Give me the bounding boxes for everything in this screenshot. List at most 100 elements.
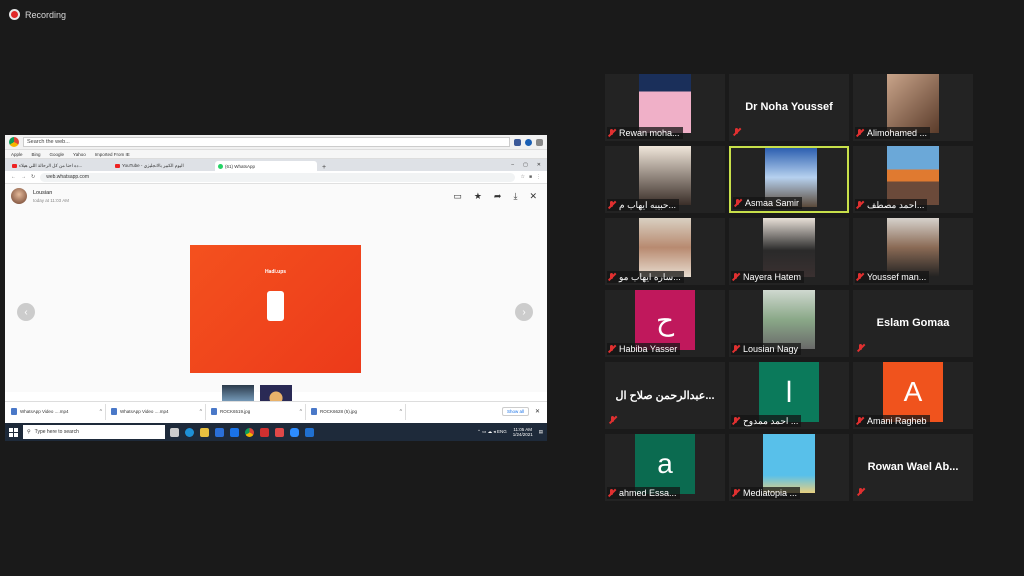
show-all-button[interactable]: Show all xyxy=(501,407,529,416)
participant-tile[interactable]: Asmaa Samir xyxy=(729,146,849,213)
chevron-up-icon[interactable]: ^ xyxy=(100,409,102,415)
download-item[interactable]: ROCK6519.jpg ^ xyxy=(208,403,306,420)
bookmark-item[interactable]: Bing xyxy=(32,152,41,157)
back-icon[interactable]: ← xyxy=(11,174,16,180)
close-window-button[interactable]: ✕ xyxy=(537,162,541,168)
participant-tile[interactable]: ح Habiba Yasser xyxy=(605,290,725,357)
task-view-icon[interactable] xyxy=(170,427,179,437)
forward-icon[interactable]: → xyxy=(21,174,26,180)
star-icon[interactable]: ★ xyxy=(474,191,482,202)
participant-tile[interactable]: Dr Noha Youssef xyxy=(729,74,849,141)
participant-video xyxy=(639,146,691,205)
participant-tile[interactable]: ا احمد ممدوح ... xyxy=(729,362,849,429)
participant-tile[interactable]: Lousian Nagy xyxy=(729,290,849,357)
tab-label: (61) WhatsApp xyxy=(225,163,256,169)
tab-whatsapp[interactable]: (61) WhatsApp xyxy=(215,161,317,171)
ie-search-box[interactable]: Search the web... xyxy=(23,137,510,147)
participant-name: احمد ممدوح ... xyxy=(743,415,799,426)
participant-name-tag: Mediatopia ... xyxy=(731,487,801,499)
bookmark-item[interactable]: Imported From IE xyxy=(95,152,130,157)
profile-icon[interactable] xyxy=(525,138,532,146)
participant-avatar: A xyxy=(883,362,943,422)
participant-tile[interactable]: ساره ايهاب مو... xyxy=(605,218,725,285)
bookmark-item[interactable]: Apple xyxy=(11,152,23,157)
taskbar-search[interactable]: ⚲ Type here to search xyxy=(23,425,165,439)
download-label: WhatsApp Video ....mp4 xyxy=(120,409,169,414)
participant-name: Mediatopia ... xyxy=(743,488,798,498)
close-icon[interactable]: ✕ xyxy=(531,408,544,415)
tab-youtube-2[interactable]: YouTube - اليوم الكبير بالانجليزي xyxy=(112,161,214,171)
app-icon[interactable] xyxy=(305,427,314,437)
star-icon[interactable]: ☆ xyxy=(520,174,524,180)
forward-icon[interactable]: ➦ xyxy=(494,191,502,202)
settings-icon[interactable] xyxy=(536,138,543,146)
store-icon[interactable] xyxy=(215,427,224,437)
participant-tile[interactable]: احمد مصطف... xyxy=(853,146,973,213)
participant-video xyxy=(887,218,939,277)
participant-tile[interactable]: Eslam Gomaa xyxy=(853,290,973,357)
download-icon[interactable]: ⤓ xyxy=(513,191,517,202)
edge-icon[interactable] xyxy=(185,427,194,437)
download-item[interactable]: WhatsApp Video ....mp4 ^ xyxy=(8,403,106,420)
participant-name-tag: احمد ممدوح ... xyxy=(731,415,802,427)
participant-tile[interactable]: Youssef man... xyxy=(853,218,973,285)
browser-logo-icon xyxy=(9,137,19,147)
viewer-tools: ▭ ★ ➦ ⤓ ✕ xyxy=(453,191,541,202)
minimize-button[interactable]: – xyxy=(511,162,514,168)
chevron-up-icon[interactable]: ^ xyxy=(300,409,302,415)
participant-tile[interactable]: Rewan moha... xyxy=(605,74,725,141)
windows-start-icon[interactable] xyxy=(9,427,18,437)
participant-name: Amani Ragheb xyxy=(867,416,927,426)
participant-tile[interactable]: Rowan Wael Ab... xyxy=(853,434,973,501)
url-input[interactable]: web.whatsapp.com xyxy=(40,172,516,182)
participant-tile[interactable]: Nayera Hatem xyxy=(729,218,849,285)
muted-mic-icon xyxy=(608,415,617,425)
chrome-icon[interactable] xyxy=(245,427,254,437)
bookmark-item[interactable]: Google xyxy=(50,152,65,157)
close-icon[interactable]: ✕ xyxy=(529,191,537,202)
muted-mic-icon xyxy=(607,200,616,210)
file-icon xyxy=(11,408,17,415)
maximize-button[interactable]: ▢ xyxy=(523,162,528,168)
taskbar-clock[interactable]: 11:05 AM 1/24/2021 xyxy=(513,427,533,438)
file-icon xyxy=(111,408,117,415)
recording-indicator[interactable]: Recording xyxy=(9,9,66,20)
app-icon[interactable] xyxy=(260,427,269,437)
mail-icon[interactable] xyxy=(230,427,239,437)
muted-mic-icon xyxy=(607,488,616,498)
sender-name: Lousian xyxy=(33,189,53,196)
chevron-up-icon[interactable]: ^ xyxy=(200,409,202,415)
prev-arrow-icon[interactable]: ‹ xyxy=(17,303,35,321)
next-arrow-icon[interactable]: › xyxy=(515,303,533,321)
participant-tile[interactable]: Mediatopia ... xyxy=(729,434,849,501)
bookmark-item[interactable]: Yahoo xyxy=(73,152,86,157)
menu-icon[interactable]: ⋮ xyxy=(536,174,541,180)
participant-name-tag: احمد مصطف... xyxy=(855,199,928,211)
participant-tile[interactable]: حبيبه ايهاب م... xyxy=(605,146,725,213)
participant-tile[interactable]: A Amani Ragheb xyxy=(853,362,973,429)
zoom-icon[interactable] xyxy=(290,427,299,437)
participant-name: ساره ايهاب مو... xyxy=(619,271,681,282)
shared-screen[interactable]: Search the web... Apple Bing Google Yaho… xyxy=(5,135,547,441)
chevron-up-icon[interactable]: ^ xyxy=(400,409,402,415)
tray-icons[interactable]: ⌃ ▭ ☁ ◂ ENG xyxy=(477,429,507,435)
whatsapp-icon xyxy=(218,163,223,169)
participant-tile[interactable]: Alimohamed ... xyxy=(853,74,973,141)
download-item[interactable]: ROCK6628 (5).jpg ^ xyxy=(308,403,406,420)
reload-icon[interactable]: ↻ xyxy=(31,174,35,180)
window-controls: – ▢ ✕ xyxy=(511,162,547,168)
new-tab-button[interactable]: + xyxy=(318,164,330,171)
participant-name-tag: Nayera Hatem xyxy=(731,271,805,283)
file-explorer-icon[interactable] xyxy=(200,427,209,437)
tab-youtube-1[interactable]: ده احنا من كل الرحالة اللي هيلاء... xyxy=(9,161,111,171)
download-item[interactable]: WhatsApp Video ....mp4 ^ xyxy=(108,403,206,420)
app-icon[interactable] xyxy=(275,427,284,437)
youtube-icon xyxy=(12,164,17,168)
participant-name-tag: Alimohamed ... xyxy=(855,127,931,139)
extension-icon[interactable]: ■ xyxy=(529,174,532,180)
comment-icon[interactable]: ▭ xyxy=(453,191,462,202)
participant-tile[interactable]: عبدالرحمن صلاح ال... xyxy=(605,362,725,429)
facebook-icon[interactable] xyxy=(514,138,521,146)
notification-icon[interactable]: ▤ xyxy=(539,429,543,435)
participant-tile[interactable]: a ahmed Essa... xyxy=(605,434,725,501)
